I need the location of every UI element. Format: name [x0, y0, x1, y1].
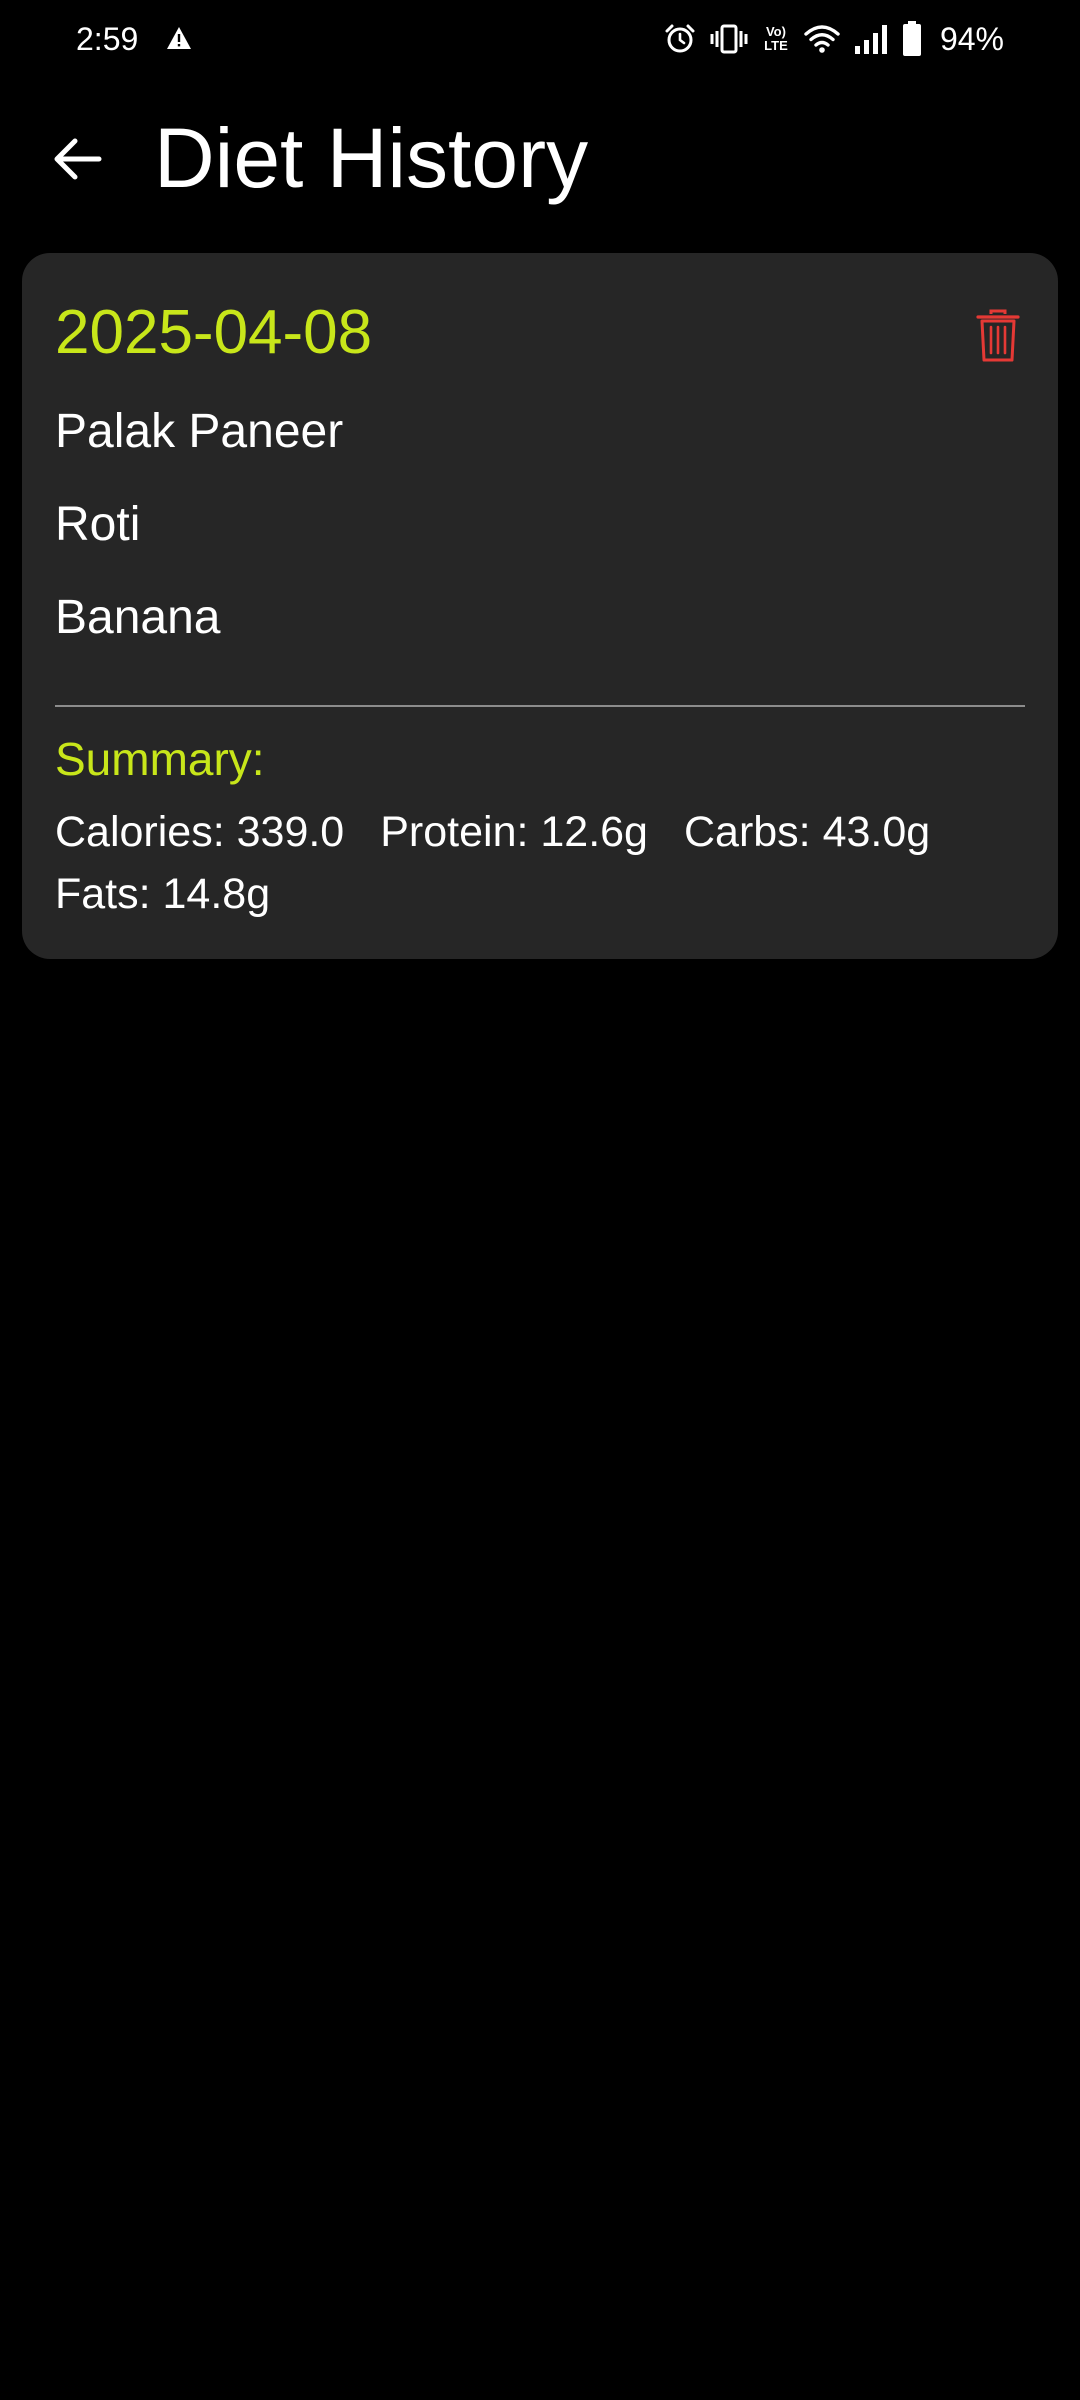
food-item: Palak Paneer: [55, 405, 344, 458]
calories-value: Calories: 339.0: [55, 808, 345, 856]
divider: [55, 705, 1025, 707]
page-title: Diet History: [154, 111, 589, 205]
trash-icon: [976, 309, 1020, 362]
status-icons: Vo) LTE 94%: [664, 16, 1004, 62]
volte-icon: Vo) LTE: [764, 24, 788, 53]
delete-button[interactable]: [968, 303, 1028, 369]
food-item: Banana: [55, 591, 221, 644]
summary-values: Calories: 339.0 Protein: 12.6g Carbs: 43.0…: [55, 801, 1035, 925]
carbs-value: Carbs: 43.0g: [683, 808, 931, 856]
wifi-icon: [804, 25, 840, 53]
summary-title: Summary:: [55, 733, 265, 785]
fats-value: Fats: 14.8g: [55, 870, 271, 918]
status-time: 2:59: [76, 21, 139, 57]
signal-icon: [854, 25, 887, 54]
warning-icon: [167, 27, 191, 49]
app-bar: Diet History: [0, 90, 1080, 220]
entry-date: 2025-04-08: [55, 298, 373, 367]
history-entry-card[interactable]: 2025-04-08 Palak Paneer Roti Banana Summ…: [22, 253, 1058, 959]
summary-line: Fats: 14.8g: [55, 863, 1035, 925]
food-list: Palak Paneer Roti Banana: [55, 403, 1015, 682]
food-item: Roti: [55, 498, 141, 551]
status-bar: 2:59 Vo) LTE 94%: [0, 0, 1080, 78]
battery-icon: [902, 21, 921, 56]
back-button[interactable]: [38, 120, 116, 198]
summary-line: Calories: 339.0 Protein: 12.6g Carbs: 43.0…: [55, 801, 1035, 863]
alarm-icon: [665, 24, 695, 53]
battery-percent: 94%: [939, 21, 1004, 57]
vibrate-icon: [710, 24, 748, 54]
arrow-back-icon: [54, 138, 102, 180]
protein-value: Protein: 12.6g: [380, 808, 648, 856]
